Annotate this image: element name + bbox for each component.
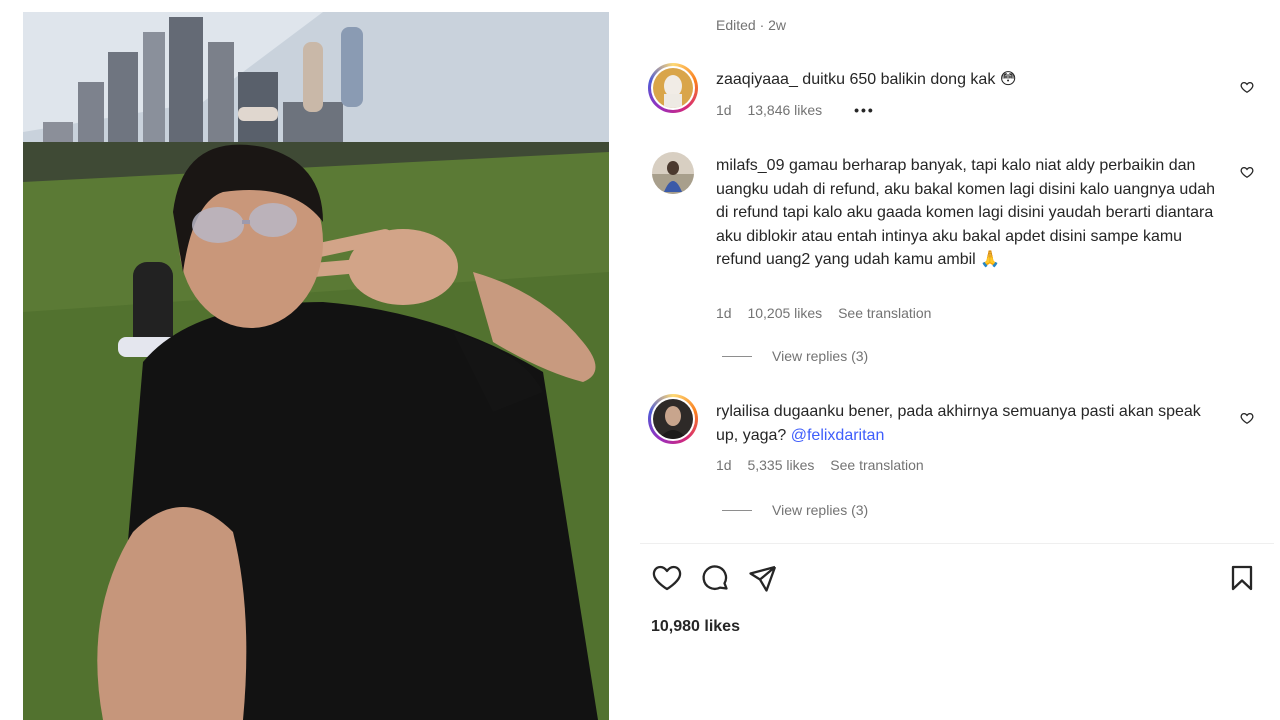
view-replies-label: View replies (3) xyxy=(772,502,869,518)
comment-username[interactable]: rylailisa xyxy=(716,403,769,420)
comment-likes[interactable]: 10,205 likes xyxy=(747,305,822,321)
heart-icon[interactable] xyxy=(1240,411,1254,425)
edited-label: Edited · 2w xyxy=(716,17,787,33)
comment-time: 1d xyxy=(716,457,732,473)
comment-time: 1d xyxy=(716,102,732,118)
avatar[interactable] xyxy=(648,394,698,444)
comment-icon[interactable] xyxy=(699,562,731,594)
comment-content: gamau berharap banyak, tapi kalo niat al… xyxy=(716,157,1216,268)
view-replies-label: View replies (3) xyxy=(772,348,869,364)
bookmark-icon[interactable] xyxy=(1226,562,1258,594)
heart-icon[interactable] xyxy=(1240,165,1254,179)
avatar[interactable] xyxy=(652,152,694,194)
comment-username[interactable]: milafs_09 xyxy=(716,157,784,174)
see-translation-link[interactable]: See translation xyxy=(830,457,923,473)
comment-text: milafs_09 gamau berharap banyak, tapi ka… xyxy=(716,154,1224,272)
comment-meta: 1d 5,335 likes See translation xyxy=(716,457,936,473)
heart-icon[interactable] xyxy=(651,562,683,594)
post-photo xyxy=(23,12,609,720)
comment-likes[interactable]: 13,846 likes xyxy=(747,102,822,118)
action-bar xyxy=(651,562,779,594)
post-photo-illustration xyxy=(23,12,609,720)
comment-time: 1d xyxy=(716,305,732,321)
avatar[interactable] xyxy=(648,63,698,113)
heart-icon[interactable] xyxy=(1240,80,1254,94)
view-replies-button[interactable]: View replies (3) xyxy=(722,502,868,518)
comment-username[interactable]: zaaqiyaaa_ xyxy=(716,71,798,88)
comment-text: rylailisa dugaanku bener, pada akhirnya … xyxy=(716,400,1224,447)
see-translation-link[interactable]: See translation xyxy=(838,305,931,321)
comment-text: zaaqiyaaa_ duitku 650 balikin dong kak 😳 xyxy=(716,68,1224,92)
comment-meta: 1d 10,205 likes See translation xyxy=(716,305,943,321)
likes-count[interactable]: 10,980 likes xyxy=(651,618,740,636)
view-replies-button[interactable]: View replies (3) xyxy=(722,348,868,364)
replies-divider xyxy=(722,355,752,357)
comment-likes[interactable]: 5,335 likes xyxy=(747,457,814,473)
share-icon[interactable] xyxy=(747,562,779,594)
comments-panel: Edited · 2w zaaqiyaaa_ duitku 650 baliki… xyxy=(640,0,1280,720)
replies-divider xyxy=(722,509,752,511)
mention-link[interactable]: @felixdaritan xyxy=(791,427,885,444)
more-options-icon[interactable]: ••• xyxy=(854,102,875,118)
comment-content: duitku 650 balikin dong kak 😳 xyxy=(802,71,1017,88)
comment-content: dugaanku bener, pada akhirnya semuanya p… xyxy=(716,403,1201,444)
section-divider xyxy=(640,543,1274,544)
comment-meta: 1d 13,846 likes ••• xyxy=(716,102,887,118)
